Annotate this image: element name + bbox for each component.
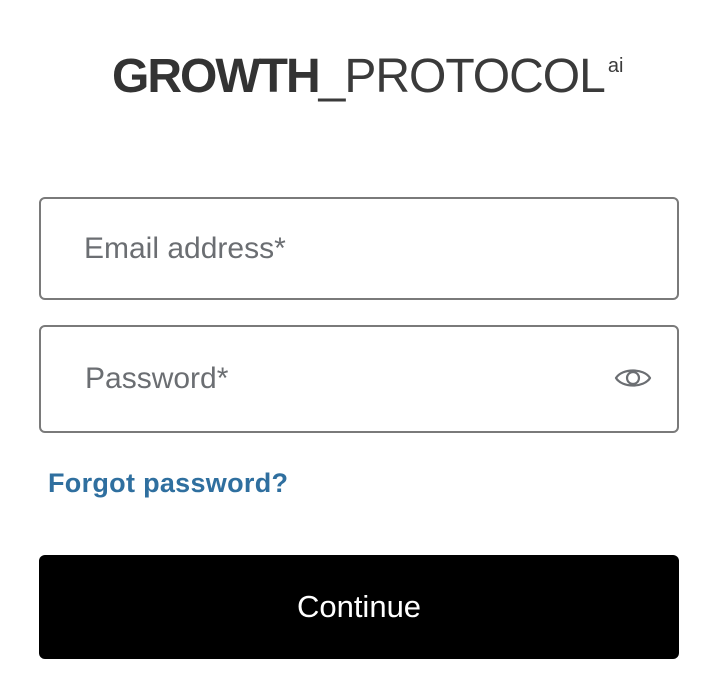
logo-text-light: _PROTOCOL	[318, 50, 606, 103]
password-field-container	[39, 325, 679, 433]
eye-icon[interactable]	[613, 363, 653, 393]
logo-superscript: ai	[607, 55, 624, 77]
email-field-container	[39, 197, 679, 300]
continue-button[interactable]: Continue	[39, 555, 679, 659]
brand-logo: GROWTH _PROTOCOL ai	[112, 52, 623, 102]
forgot-password-link[interactable]: Forgot password?	[48, 468, 288, 499]
password-field[interactable]	[41, 327, 677, 431]
logo-text-bold: GROWTH	[112, 50, 321, 103]
email-field[interactable]	[41, 199, 677, 298]
